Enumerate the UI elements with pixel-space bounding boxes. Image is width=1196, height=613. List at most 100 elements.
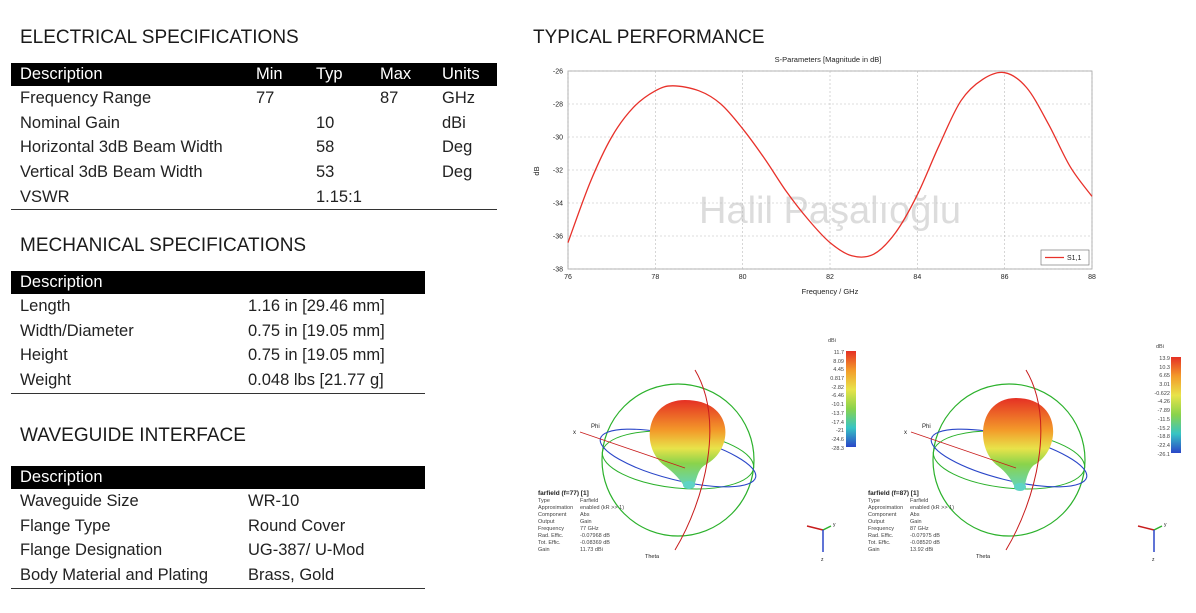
y-tick-label: -34 xyxy=(553,201,563,208)
cell: Deg xyxy=(442,162,473,181)
prop-value: Farfield xyxy=(910,498,929,504)
table-row: Length 1.16 in [29.46 mm] xyxy=(11,294,425,319)
farfield-prop-row: Output Gain xyxy=(868,519,954,526)
prop-value: enabled (kR >> 1) xyxy=(580,505,625,511)
farfield-prop-row: Output Gain xyxy=(538,519,624,526)
farfield-panel-title: farfield (f=77) [1] xyxy=(538,490,589,497)
cell: Body Material and Plating xyxy=(11,563,239,589)
colorbar-tick-label: -6.46 xyxy=(831,393,844,400)
prop-key: Tot. Effic. xyxy=(868,540,891,546)
z-axis-text: z xyxy=(821,557,824,563)
phi-text: Phi xyxy=(922,424,931,430)
prop-value: Gain xyxy=(910,519,922,525)
cell: Waveguide Size xyxy=(20,491,139,510)
colorbar-tick-label: -26.1 xyxy=(1157,451,1170,458)
prop-key: Gain xyxy=(538,547,550,553)
x-tick-label: 78 xyxy=(651,274,659,281)
prop-value: 13.92 dBi xyxy=(910,547,934,553)
x-tick-label: 80 xyxy=(739,274,747,281)
colorbar-gradient xyxy=(846,351,856,447)
cell: Vertical 3dB Beam Width xyxy=(20,162,203,181)
cell: Round Cover xyxy=(248,516,346,535)
table-header-row: Description xyxy=(11,466,425,489)
cell: Horizontal 3dB Beam Width xyxy=(20,138,223,157)
farfield-prop-row: Gain 13.92 dBi xyxy=(868,547,954,554)
cell: Flange Designation xyxy=(20,541,163,560)
farfield-panel-title: farfield (f=87) [1] xyxy=(868,490,919,497)
farfield-prop-row: Component Abs xyxy=(868,512,954,519)
cell: Brass, Gold xyxy=(239,563,425,589)
y-axis-label: dB xyxy=(532,166,541,175)
y-tick-label: -32 xyxy=(553,168,563,175)
cell: 1.15:1 xyxy=(307,184,371,211)
s-parameter-chart: S-Parameters [Magnitude in dB] Halil Paş… xyxy=(532,55,1096,296)
prop-value: enabled (kR >> 1) xyxy=(910,505,955,511)
mechanical-specs-table: Description Length 1.16 in [29.46 mm] Wi… xyxy=(11,271,425,394)
cell: 0.048 lbs [21.77 g] xyxy=(239,368,425,394)
y-tick-label: -30 xyxy=(553,135,563,142)
prop-value: -0.07975 dB xyxy=(910,533,940,539)
colorbar-tick-label: -7.89 xyxy=(1157,408,1170,415)
prop-value: -0.07968 dB xyxy=(580,533,610,539)
prop-value: 11.73 dBi xyxy=(580,547,603,553)
col-header-description: Description xyxy=(11,63,247,86)
cell: Height xyxy=(20,346,68,365)
colorbar-tick-label: -10.1 xyxy=(831,402,844,409)
colorbar-gradient xyxy=(1171,357,1181,453)
cell: 10 xyxy=(316,113,335,132)
prop-value: Gain xyxy=(580,519,592,525)
table-row: Width/Diameter 0.75 in [19.05 mm] xyxy=(11,319,425,344)
prop-key: Tot. Effic. xyxy=(538,540,561,546)
prop-value: -0.08369 dB xyxy=(580,540,610,546)
cell: dBi xyxy=(442,113,466,132)
cell: Frequency Range xyxy=(20,88,152,107)
prop-key: Frequency xyxy=(868,526,894,532)
x-axis-text: x xyxy=(904,430,907,436)
farfield-prop-row: Tot. Effic. -0.08369 dB xyxy=(538,540,624,547)
x-axis-text: x xyxy=(573,430,576,436)
x-tick-label: 84 xyxy=(913,274,921,281)
y-tick-label: -28 xyxy=(553,102,563,109)
col-header-description: Description xyxy=(11,271,425,294)
typical-performance-title: TYPICAL PERFORMANCE xyxy=(533,27,765,48)
cell xyxy=(247,160,307,185)
prop-key: Rad. Effic. xyxy=(868,533,894,539)
waveguide-interface-title: WAVEGUIDE INTERFACE xyxy=(20,425,246,446)
colorbar-tick-label: -13.7 xyxy=(831,410,844,417)
colorbar-tick-label: -17.4 xyxy=(831,419,844,426)
colorbar-tick-label: 0.817 xyxy=(830,376,844,383)
table-row: Waveguide Size WR-10 xyxy=(11,489,425,514)
colorbar-unit: dBi xyxy=(828,338,836,344)
phi-text: Phi xyxy=(591,424,600,430)
col-header-typ: Typ xyxy=(307,63,371,86)
prop-key: Gain xyxy=(868,547,880,553)
y-axis-text: y xyxy=(1164,522,1167,528)
chart-title: S-Parameters [Magnitude in dB] xyxy=(775,55,882,64)
cell: 77 xyxy=(256,88,275,107)
table-row: Flange Type Round Cover xyxy=(11,514,425,539)
prop-key: Output xyxy=(868,519,885,525)
cell: Deg xyxy=(442,138,473,157)
cell xyxy=(247,184,307,211)
prop-key: Approximation xyxy=(868,505,904,511)
chart-legend: S1,1 xyxy=(1040,249,1090,266)
cell xyxy=(371,111,433,136)
table-row: Body Material and Plating Brass, Gold xyxy=(11,563,425,589)
prop-key: Component xyxy=(868,512,897,518)
table-row: VSWR 1.15:1 xyxy=(11,184,497,211)
cell: 87 xyxy=(380,88,399,107)
prop-key: Type xyxy=(868,498,880,504)
electrical-specs-table: Description Min Typ Max Units Frequency … xyxy=(11,63,497,211)
colorbar-tick-label: 10.3 xyxy=(1159,364,1170,371)
farfield-info-panel-77: farfield (f=77) [1] Type Farfield Approxim… xyxy=(538,490,624,554)
col-header-description: Description xyxy=(11,466,425,489)
farfield-info-panel-87: farfield (f=87) [1] Type Farfield Approxim… xyxy=(868,490,954,554)
colorbar-tick-label: -11.5 xyxy=(1157,416,1170,423)
colorbar-tick-label: -4.26 xyxy=(1157,399,1170,406)
farfield-prop-row: Rad. Effic. -0.07975 dB xyxy=(868,533,954,540)
table-row: Flange Designation UG-387/ U-Mod xyxy=(11,538,425,563)
y-axis-text: y xyxy=(833,522,836,528)
farfield-prop-row: Gain 11.73 dBi xyxy=(538,547,624,554)
x-axis-label: Frequency / GHz xyxy=(802,287,859,296)
farfield-prop-row: Type Farfield xyxy=(538,498,624,505)
